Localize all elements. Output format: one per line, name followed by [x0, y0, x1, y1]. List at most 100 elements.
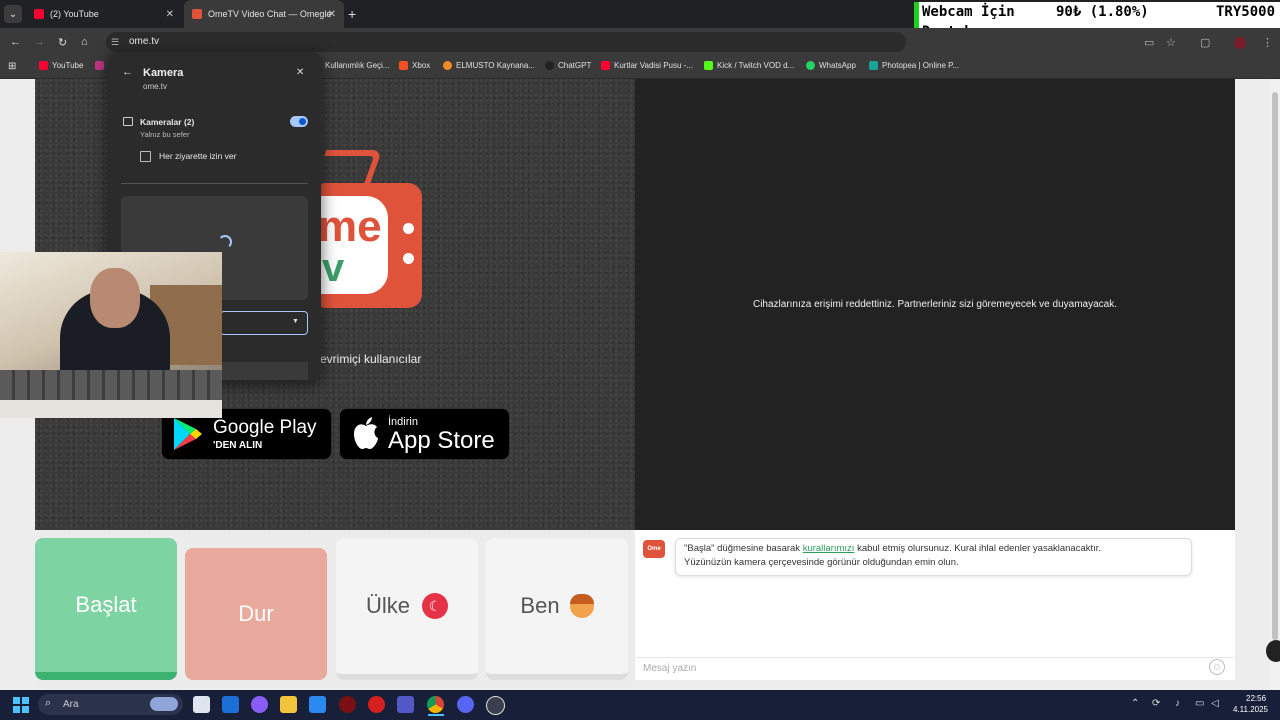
site-info-icon[interactable]: ☰ — [111, 37, 119, 48]
forward-icon[interactable]: → — [34, 36, 45, 48]
popup-title: Kamera — [143, 67, 184, 79]
me-button[interactable]: Ben — [486, 538, 628, 680]
app-icon[interactable] — [339, 696, 356, 713]
bookmark-kullanimlik[interactable]: Kullanımlık Geçi... — [325, 61, 389, 70]
apps-icon[interactable]: ⊞ — [8, 61, 16, 72]
apple-icon — [354, 417, 378, 449]
bookmark-instagram[interactable] — [95, 61, 108, 70]
bookmark-youtube[interactable]: YouTube — [39, 61, 83, 70]
face-visible-message: Yüzünüzün kamera çerçevesinde görünür ol… — [684, 557, 959, 568]
kick-icon — [704, 61, 713, 70]
webcam-keyboard — [0, 370, 222, 400]
webcam-person-head — [90, 268, 140, 328]
instagram-icon — [95, 61, 104, 70]
tab-youtube[interactable]: (2) YouTube ✕ — [26, 0, 182, 28]
copilot-icon[interactable] — [251, 696, 268, 713]
chrome-icon[interactable] — [427, 696, 444, 713]
tray-chevron-icon[interactable]: ⌃ — [1131, 698, 1139, 709]
start-button[interactable]: Başlat — [35, 538, 177, 680]
scrollbar-thumb[interactable] — [1272, 92, 1278, 640]
cameras-sublabel: Yalnız bu sefer — [140, 130, 190, 139]
clock-time[interactable]: 22:56 — [1246, 694, 1266, 703]
popup-site: ome.tv — [143, 82, 168, 91]
always-allow-checkbox[interactable] — [140, 151, 151, 162]
network-icon[interactable]: ▭ — [1195, 698, 1204, 709]
menu-icon[interactable]: ⋮ — [1262, 36, 1273, 49]
sync-icon[interactable]: ⟳ — [1152, 698, 1160, 709]
tab-search-button[interactable]: ⌄ — [4, 5, 22, 23]
bookmark-photopea[interactable]: Photopea | Online P... — [869, 61, 959, 70]
start-label: Başlat — [75, 592, 137, 617]
rules-link[interactable]: kurallarımızı — [803, 543, 855, 554]
elmusto-icon — [443, 61, 452, 70]
youtube-icon — [601, 61, 610, 70]
google-play-label: Google Play — [213, 417, 317, 438]
clock-date[interactable]: 4.11.2025 — [1233, 705, 1268, 714]
ometv-chat-logo: Ome TV — [643, 540, 665, 570]
bookmark-xbox[interactable]: Xbox — [399, 61, 430, 70]
profile-avatar[interactable] — [1234, 37, 1246, 49]
stop-button[interactable]: Dur — [185, 548, 327, 680]
close-icon[interactable]: ✕ — [166, 9, 174, 20]
always-allow-label: Her ziyarette izin ver — [159, 151, 237, 161]
home-icon[interactable]: ⌂ — [81, 36, 88, 48]
close-icon[interactable]: ✕ — [296, 67, 304, 78]
youtube-icon — [34, 9, 44, 19]
file-explorer-icon[interactable] — [280, 696, 297, 713]
app-store-label: App Store — [388, 427, 495, 454]
address-bar[interactable] — [106, 32, 906, 52]
rules-message-line: "Başla" düğmesine basarak kurallarımızı … — [684, 543, 1102, 554]
webcam-desk — [0, 400, 222, 418]
popup-footer — [220, 362, 308, 380]
search-highlight-icon — [150, 697, 178, 711]
loading-spinner-icon — [218, 235, 232, 249]
reload-icon[interactable]: ↻ — [58, 36, 67, 49]
back-icon[interactable]: ← — [10, 36, 21, 48]
cast-icon[interactable]: ▭ — [1144, 36, 1154, 49]
logo-text-tv: v — [322, 246, 345, 290]
store-icon[interactable] — [309, 696, 326, 713]
bookmark-whatsapp[interactable]: WhatsApp — [806, 61, 856, 70]
whatsapp-icon — [806, 61, 815, 70]
message-input[interactable]: Mesaj yazın — [636, 657, 1234, 680]
google-play-icon — [174, 418, 202, 450]
microphone-icon[interactable]: ♪ — [1175, 698, 1180, 709]
opera-icon[interactable] — [368, 696, 385, 713]
logo-dot — [403, 253, 414, 264]
widgets-icon[interactable] — [222, 696, 239, 713]
bookmark-chatgpt[interactable]: ChatGPT — [545, 61, 591, 70]
donation-title: Webcam İçin — [922, 4, 1015, 20]
extensions-icon[interactable]: ▢ — [1200, 36, 1210, 49]
logo-dot — [403, 223, 414, 234]
bookmark-kick-twitch[interactable]: Kick / Twitch VOD d... — [704, 61, 794, 70]
emoji-icon[interactable]: ☺ — [1209, 659, 1225, 675]
bookmark-elmusto[interactable]: ELMUSTO Kaynana... — [443, 61, 535, 70]
windows-start-icon[interactable] — [13, 697, 29, 713]
active-app-indicator — [428, 714, 444, 716]
tab-label: OmeTV Video Chat — Omegle — [208, 9, 332, 19]
bookmark-star-icon[interactable]: ☆ — [1166, 36, 1176, 49]
new-tab-button[interactable]: + — [348, 6, 356, 22]
camera-icon — [123, 117, 133, 126]
stop-label: Dur — [238, 601, 274, 626]
volume-icon[interactable]: ◁ — [1211, 698, 1219, 709]
task-view-icon[interactable] — [193, 696, 210, 713]
country-button[interactable]: Ülke ☾ — [336, 538, 478, 680]
xbox-icon — [399, 61, 408, 70]
google-play-sublabel: 'DEN ALIN — [213, 440, 263, 451]
discord-icon[interactable] — [457, 696, 474, 713]
tab-label: (2) YouTube — [50, 9, 99, 19]
back-arrow-icon[interactable]: ← — [122, 66, 133, 78]
teams-icon[interactable] — [397, 696, 414, 713]
tab-ometv[interactable]: OmeTV Video Chat — Omegle ✕ — [184, 0, 344, 28]
close-icon[interactable]: ✕ — [328, 9, 336, 20]
side-panel-button[interactable] — [1266, 640, 1280, 662]
camera-denied-message: Cihazlarınıza erişimi reddettiniz. Partn… — [752, 299, 1118, 310]
chatgpt-icon — [545, 61, 554, 70]
divider — [121, 183, 308, 184]
bookmark-kurtlar-vadisi[interactable]: Kurtlar Vadisi Pusu -... — [601, 61, 693, 70]
chevron-down-icon: ▼ — [292, 318, 299, 325]
steam-icon[interactable] — [486, 696, 505, 715]
country-label: Ülke — [365, 593, 410, 618]
url-text[interactable]: ome.tv — [129, 36, 159, 47]
